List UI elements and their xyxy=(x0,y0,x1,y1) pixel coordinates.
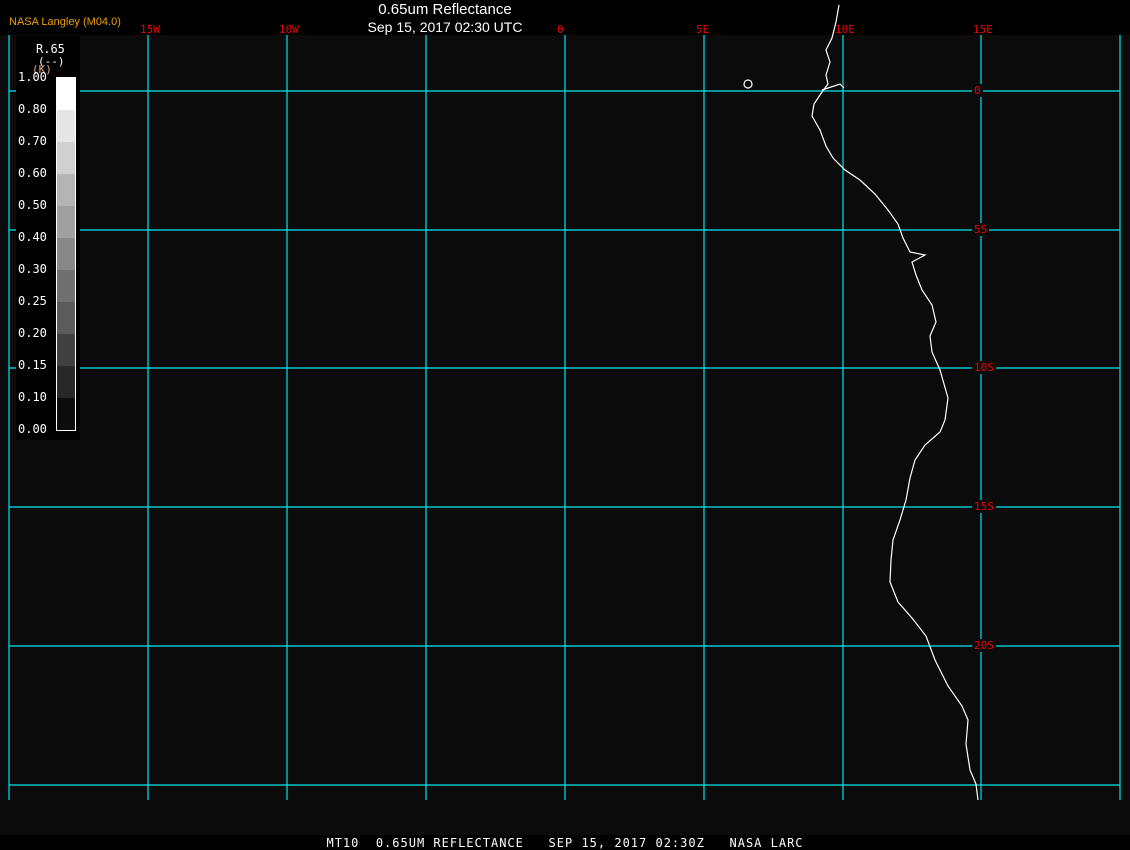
legend-swatch xyxy=(57,78,75,110)
legend-tick-label: 0.50 xyxy=(18,198,47,212)
legend-swatch xyxy=(57,206,75,238)
legend-swatch xyxy=(57,238,75,270)
legend-swatch xyxy=(57,142,75,174)
legend-tick-label: 0.10 xyxy=(18,390,47,404)
latitude-label: 0 xyxy=(972,84,983,97)
longitude-label: 15E xyxy=(973,23,993,36)
legend-tick-label: 0.25 xyxy=(18,294,47,308)
legend-swatch xyxy=(57,366,75,398)
legend-variable: R.65 xyxy=(36,42,65,56)
legend-tick-label: 0.40 xyxy=(18,230,47,244)
legend-tick-label: 0.60 xyxy=(18,166,47,180)
image-timestamp: Sep 15, 2017 02:30 UTC xyxy=(367,19,523,35)
legend-colorbar xyxy=(56,77,76,431)
legend-swatch xyxy=(57,174,75,206)
legend-tick-label: 0.80 xyxy=(18,102,47,116)
legend-swatch xyxy=(57,302,75,334)
longitude-label: 10E xyxy=(835,23,855,36)
longitude-label: 10W xyxy=(279,23,299,36)
legend-swatch xyxy=(57,398,75,430)
latitude-label: 15S xyxy=(972,500,996,513)
map-canvas xyxy=(0,4,1130,835)
legend-swatch xyxy=(57,270,75,302)
latitude-label: 20S xyxy=(972,639,996,652)
color-legend: R.65 (--) (K) 1.00 0.80 0.70 0.60 0.50 0.40 0.… xyxy=(16,36,80,440)
legend-swatch xyxy=(57,110,75,142)
legend-tick-label: 1.00 xyxy=(18,70,47,84)
legend-swatch xyxy=(57,334,75,366)
legend-tick-label: 0.15 xyxy=(18,358,47,372)
legend-tick-label: 0.70 xyxy=(18,134,47,148)
footer-caption: MT10 0.65UM REFLECTANCE SEP 15, 2017 02:… xyxy=(326,836,804,850)
latitude-label: 10S xyxy=(972,361,996,374)
latitude-label: 5S xyxy=(972,223,990,236)
legend-tick-label: 0.00 xyxy=(18,422,47,436)
longitude-label: 15W xyxy=(140,23,160,36)
legend-tick-label: 0.30 xyxy=(18,262,47,276)
longitude-label: 0 xyxy=(557,23,564,36)
legend-tick-label: 0.20 xyxy=(18,326,47,340)
longitude-label: 5E xyxy=(696,23,710,36)
image-title: 0.65um Reflectance xyxy=(378,1,512,18)
